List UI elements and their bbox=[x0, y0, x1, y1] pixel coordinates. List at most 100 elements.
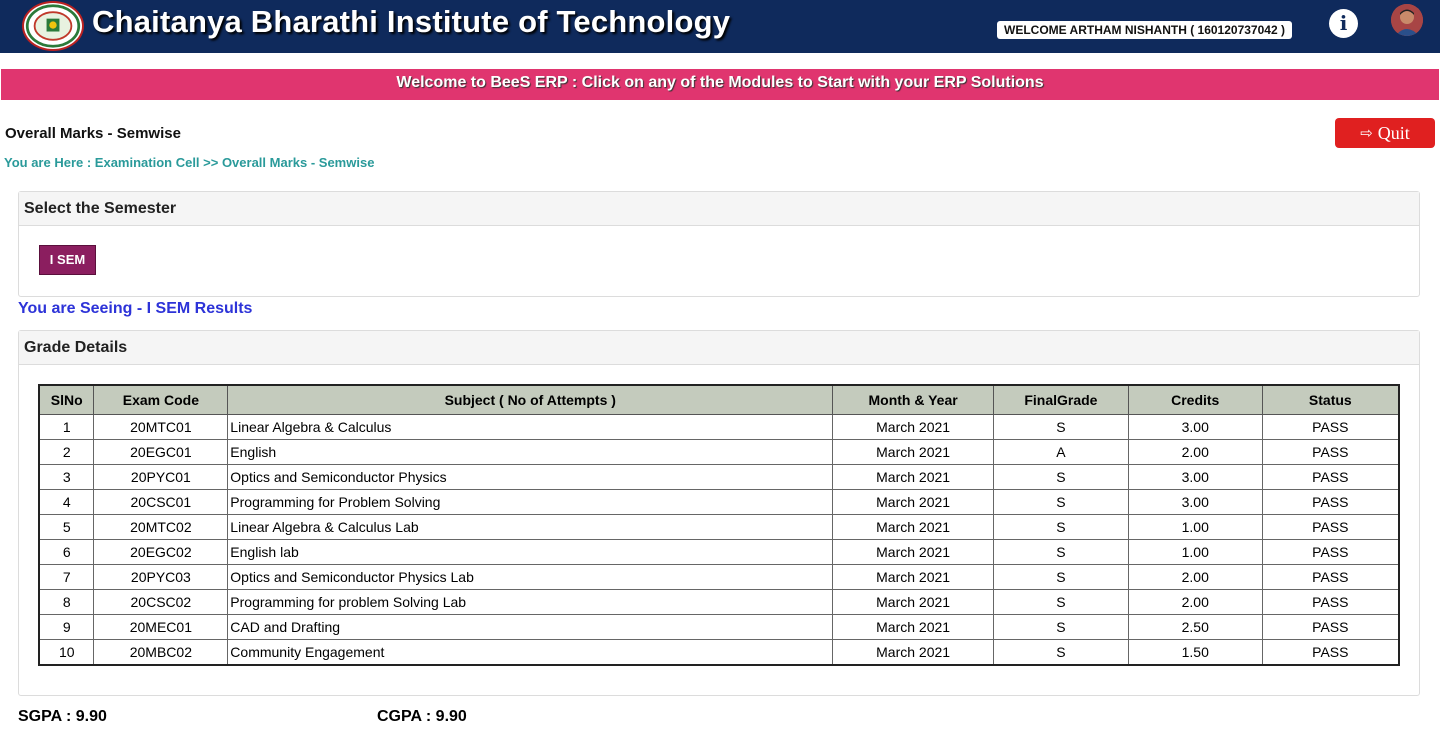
cell-exam-code: 20PYC03 bbox=[93, 564, 229, 590]
cell-status: PASS bbox=[1261, 564, 1400, 590]
table-row: 6 20EGC02 English lab March 2021 S 1.00 … bbox=[38, 539, 1400, 565]
semester-panel-heading: Select the Semester bbox=[19, 192, 1419, 226]
cell-exam-code: 20MTC02 bbox=[93, 514, 229, 540]
table-row: 5 20MTC02 Linear Algebra & Calculus Lab … bbox=[38, 514, 1400, 540]
column-header-subject: Subject ( No of Attempts ) bbox=[227, 384, 834, 415]
cell-subject: CAD and Drafting bbox=[227, 614, 834, 640]
cell-month-year: March 2021 bbox=[832, 639, 994, 666]
cell-status: PASS bbox=[1261, 414, 1400, 440]
table-row: 2 20EGC01 English March 2021 A 2.00 PASS bbox=[38, 439, 1400, 465]
table-header-row: SlNo Exam Code Subject ( No of Attempts … bbox=[38, 384, 1400, 415]
cell-subject: Optics and Semiconductor Physics bbox=[227, 464, 834, 490]
cell-slno: 6 bbox=[38, 539, 95, 565]
cell-month-year: March 2021 bbox=[832, 514, 994, 540]
cell-credits: 3.00 bbox=[1127, 414, 1263, 440]
cell-credits: 1.50 bbox=[1127, 639, 1263, 666]
cell-month-year: March 2021 bbox=[832, 564, 994, 590]
table-row: 3 20PYC01 Optics and Semiconductor Physi… bbox=[38, 464, 1400, 490]
cell-month-year: March 2021 bbox=[832, 614, 994, 640]
quit-button[interactable]: ⇨ Quit bbox=[1335, 118, 1435, 148]
cell-slno: 1 bbox=[38, 414, 95, 440]
cell-slno: 9 bbox=[38, 614, 95, 640]
cgpa-value: CGPA : 9.90 bbox=[377, 708, 467, 725]
table-row: 7 20PYC03 Optics and Semiconductor Physi… bbox=[38, 564, 1400, 590]
cell-subject: English bbox=[227, 439, 834, 465]
cell-status: PASS bbox=[1261, 489, 1400, 515]
welcome-user-badge: WELCOME ARTHAM NISHANTH ( 160120737042 ) bbox=[997, 21, 1292, 39]
cell-month-year: March 2021 bbox=[832, 464, 994, 490]
cell-exam-code: 20CSC02 bbox=[93, 589, 229, 615]
semester-button-i[interactable]: I SEM bbox=[39, 245, 96, 275]
cell-subject: Linear Algebra & Calculus bbox=[227, 414, 834, 440]
cell-slno: 3 bbox=[38, 464, 95, 490]
cell-exam-code: 20MBC02 bbox=[93, 639, 229, 666]
cell-status: PASS bbox=[1261, 514, 1400, 540]
cell-subject: Optics and Semiconductor Physics Lab bbox=[227, 564, 834, 590]
cell-exam-code: 20EGC02 bbox=[93, 539, 229, 565]
cell-credits: 2.50 bbox=[1127, 614, 1263, 640]
cell-status: PASS bbox=[1261, 614, 1400, 640]
cell-status: PASS bbox=[1261, 539, 1400, 565]
quit-label: Quit bbox=[1377, 122, 1410, 143]
sgpa-value: SGPA : 9.90 bbox=[18, 708, 107, 725]
table-row: 10 20MBC02 Community Engagement March 20… bbox=[38, 639, 1400, 666]
cell-slno: 4 bbox=[38, 489, 95, 515]
cell-month-year: March 2021 bbox=[832, 539, 994, 565]
cell-final-grade: S bbox=[992, 614, 1129, 640]
sign-out-icon: ⇨ bbox=[1360, 124, 1373, 142]
table-row: 4 20CSC01 Programming for Problem Solvin… bbox=[38, 489, 1400, 515]
cell-slno: 10 bbox=[38, 639, 95, 666]
header-bar: Chaitanya Bharathi Institute of Technolo… bbox=[0, 0, 1440, 53]
cell-status: PASS bbox=[1261, 464, 1400, 490]
info-icon[interactable]: i bbox=[1329, 9, 1358, 38]
table-row: 1 20MTC01 Linear Algebra & Calculus Marc… bbox=[38, 414, 1400, 440]
cell-slno: 7 bbox=[38, 564, 95, 590]
column-header-exam-code: Exam Code bbox=[93, 384, 229, 415]
cell-credits: 2.00 bbox=[1127, 589, 1263, 615]
table-row: 8 20CSC02 Programming for problem Solvin… bbox=[38, 589, 1400, 615]
institute-title: Chaitanya Bharathi Institute of Technolo… bbox=[92, 4, 731, 39]
cell-slno: 5 bbox=[38, 514, 95, 540]
institute-logo bbox=[22, 1, 84, 51]
grade-panel-heading: Grade Details bbox=[19, 331, 1419, 365]
page-title: Overall Marks - Semwise bbox=[5, 125, 181, 142]
cell-final-grade: S bbox=[992, 539, 1129, 565]
cell-status: PASS bbox=[1261, 439, 1400, 465]
column-header-status: Status bbox=[1261, 384, 1400, 415]
cell-month-year: March 2021 bbox=[832, 414, 994, 440]
cell-credits: 3.00 bbox=[1127, 464, 1263, 490]
cell-subject: Linear Algebra & Calculus Lab bbox=[227, 514, 834, 540]
cell-final-grade: A bbox=[992, 439, 1129, 465]
cell-subject: Programming for Problem Solving bbox=[227, 489, 834, 515]
table-row: 9 20MEC01 CAD and Drafting March 2021 S … bbox=[38, 614, 1400, 640]
cell-subject: Community Engagement bbox=[227, 639, 834, 666]
cell-exam-code: 20MTC01 bbox=[93, 414, 229, 440]
cell-month-year: March 2021 bbox=[832, 439, 994, 465]
cell-slno: 2 bbox=[38, 439, 95, 465]
cell-final-grade: S bbox=[992, 514, 1129, 540]
cell-exam-code: 20MEC01 bbox=[93, 614, 229, 640]
welcome-banner: Welcome to BeeS ERP : Click on any of th… bbox=[1, 69, 1439, 100]
cell-final-grade: S bbox=[992, 414, 1129, 440]
column-header-slno: SlNo bbox=[38, 384, 95, 415]
cell-final-grade: S bbox=[992, 639, 1129, 666]
cell-slno: 8 bbox=[38, 589, 95, 615]
cell-credits: 1.00 bbox=[1127, 514, 1263, 540]
column-header-credits: Credits bbox=[1127, 384, 1263, 415]
semester-panel: Select the Semester I SEM bbox=[18, 191, 1420, 297]
grades-table: SlNo Exam Code Subject ( No of Attempts … bbox=[38, 384, 1400, 666]
cell-final-grade: S bbox=[992, 564, 1129, 590]
cell-final-grade: S bbox=[992, 464, 1129, 490]
cell-exam-code: 20CSC01 bbox=[93, 489, 229, 515]
cell-exam-code: 20EGC01 bbox=[93, 439, 229, 465]
cell-subject: Programming for problem Solving Lab bbox=[227, 589, 834, 615]
cell-credits: 3.00 bbox=[1127, 489, 1263, 515]
user-avatar[interactable] bbox=[1391, 4, 1423, 36]
cell-credits: 2.00 bbox=[1127, 439, 1263, 465]
column-header-final-grade: FinalGrade bbox=[992, 384, 1129, 415]
column-header-month-year: Month & Year bbox=[832, 384, 994, 415]
grade-details-panel: Grade Details SlNo Exam Code Subject ( N… bbox=[18, 330, 1420, 696]
cell-status: PASS bbox=[1261, 639, 1400, 666]
cell-month-year: March 2021 bbox=[832, 589, 994, 615]
cell-final-grade: S bbox=[992, 489, 1129, 515]
